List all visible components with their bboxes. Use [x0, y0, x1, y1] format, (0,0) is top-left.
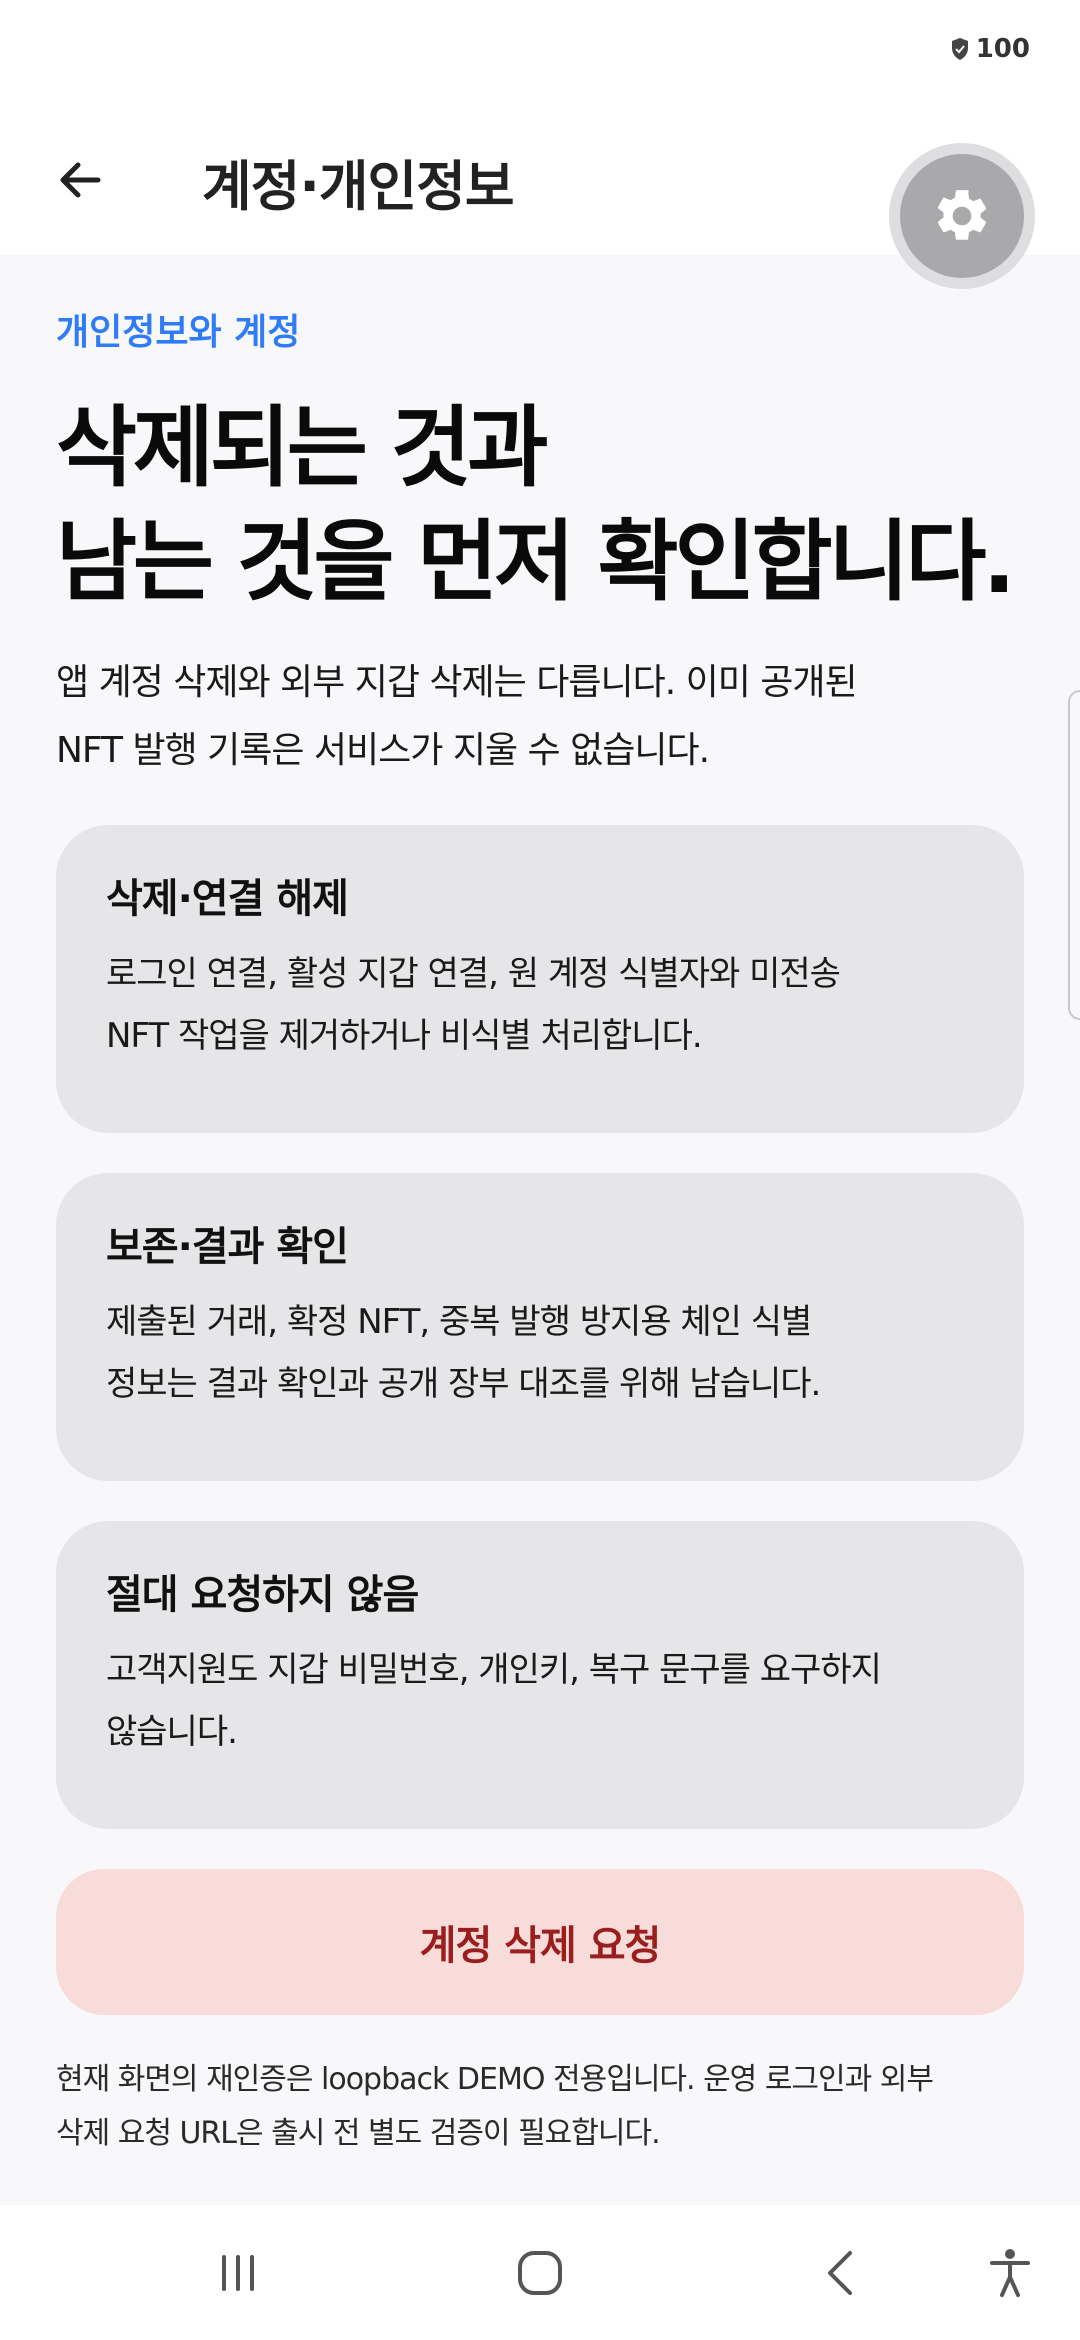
intro-line-2: NFT 발행 기록은 서비스가 지울 수 없습니다.: [56, 730, 710, 771]
delete-account-button[interactable]: 계정 삭제 요청: [56, 1869, 1024, 2015]
edge-panel-handle[interactable]: [1068, 690, 1080, 1020]
info-card-retain: 보존·결과 확인 제출된 거래, 확정 NFT, 중복 발행 방지용 체인 식별…: [56, 1173, 1024, 1481]
headline-line-2: 남는 것을 먼저 확인합니다.: [56, 510, 1016, 613]
back-chevron-icon: [828, 2250, 852, 2295]
battery-level: 100: [975, 34, 1030, 64]
info-card-delete: 삭제·연결 해제 로그인 연결, 활성 지갑 연결, 원 계정 식별자와 미전송…: [56, 825, 1024, 1133]
page-title: 계정·개인정보: [202, 155, 515, 218]
card-body: 제출된 거래, 확정 NFT, 중복 발행 방지용 체인 식별 정보는 결과 확…: [106, 1291, 974, 1415]
main-content: 개인정보와 계정 삭제되는 것과 남는 것을 먼저 확인합니다. 앱 계정 삭제…: [56, 255, 1024, 2161]
shield-battery-icon: [951, 38, 968, 60]
card-body-line: 고객지원도 지갑 비밀번호, 개인키, 복구 문구를 요구하지: [106, 1650, 882, 1690]
card-title: 절대 요청하지 않음: [106, 1572, 419, 1618]
headline-line-1: 삭제되는 것과: [56, 396, 548, 499]
gear-icon: [937, 190, 987, 240]
info-card-never-ask: 절대 요청하지 않음 고객지원도 지갑 비밀번호, 개인키, 복구 문구를 요구…: [56, 1521, 1024, 1829]
card-body-line: 로그인 연결, 활성 지갑 연결, 원 계정 식별자와 미전송: [106, 954, 841, 994]
recents-button[interactable]: [178, 2205, 298, 2340]
status-bar: 100: [0, 0, 1080, 100]
card-title: 삭제·연결 해제: [106, 876, 349, 922]
footnote-line-1: 현재 화면의 재인증은 loopback DEMO 전용입니다. 운영 로그인과…: [56, 2062, 934, 2097]
headline: 삭제되는 것과 남는 것을 먼저 확인합니다.: [56, 391, 1024, 619]
card-title: 보존·결과 확인: [106, 1224, 349, 1270]
section-eyebrow: 개인정보와 계정: [56, 312, 301, 353]
footnote: 현재 화면의 재인증은 loopback DEMO 전용입니다. 운영 로그인과…: [56, 2053, 1024, 2161]
battery-indicator: 100: [950, 34, 1030, 64]
card-body-line: 제출된 거래, 확정 NFT, 중복 발행 방지용 체인 식별: [106, 1302, 812, 1342]
card-body-line: 정보는 결과 확인과 공개 장부 대조를 위해 남습니다.: [106, 1364, 821, 1404]
accessibility-button[interactable]: [950, 2205, 1070, 2340]
recents-icon: [222, 2254, 254, 2291]
card-body: 로그인 연결, 활성 지갑 연결, 원 계정 식별자와 미전송 NFT 작업을 …: [106, 943, 974, 1067]
arrow-left-icon: [60, 162, 101, 198]
accessibility-icon: [990, 2248, 1030, 2297]
intro-line-1: 앱 계정 삭제와 외부 지갑 삭제는 다릅니다. 이미 공개된: [56, 662, 858, 703]
home-icon: [518, 2250, 562, 2295]
intro-text: 앱 계정 삭제와 외부 지갑 삭제는 다릅니다. 이미 공개된 NFT 발행 기…: [56, 649, 1024, 785]
card-body-line: 않습니다.: [106, 1712, 238, 1752]
nav-back-button[interactable]: [782, 2205, 902, 2340]
home-button[interactable]: [480, 2205, 600, 2340]
card-body: 고객지원도 지갑 비밀번호, 개인키, 복구 문구를 요구하지 않습니다.: [106, 1639, 974, 1763]
system-nav-bar: [0, 2205, 1080, 2340]
card-body-line: NFT 작업을 제거하거나 비식별 처리합니다.: [106, 1016, 703, 1056]
footnote-line-2: 삭제 요청 URL은 출시 전 별도 검증이 필요합니다.: [56, 2116, 661, 2151]
back-button[interactable]: [40, 140, 120, 220]
